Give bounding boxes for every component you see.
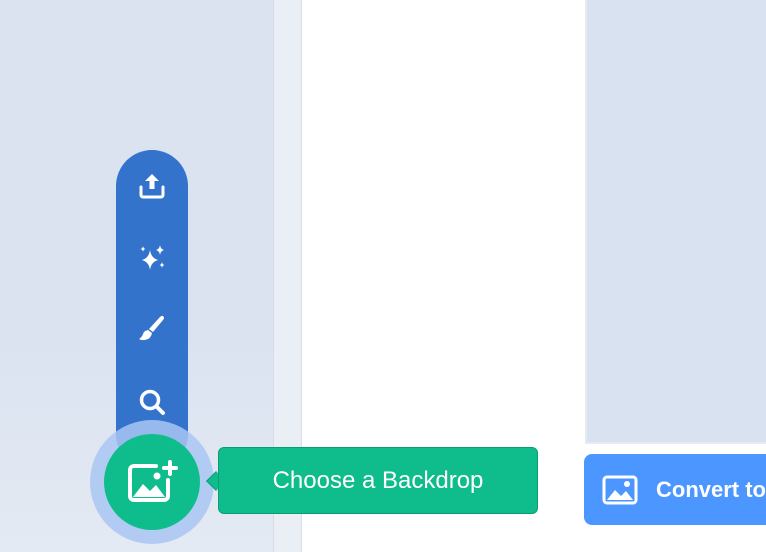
choose-backdrop-tooltip: Choose a Backdrop — [218, 447, 538, 514]
paint-backdrop-button[interactable] — [116, 298, 188, 358]
search-icon — [139, 389, 165, 415]
image-icon — [602, 474, 638, 506]
sparkle-icon — [140, 245, 165, 270]
add-backdrop-icon — [128, 460, 178, 502]
convert-button[interactable]: Convert to — [584, 454, 766, 525]
choose-backdrop-main-button[interactable] — [104, 434, 200, 530]
canvas-side-panel — [585, 0, 766, 444]
surprise-backdrop-button[interactable] — [116, 228, 188, 288]
convert-label: Convert to — [656, 476, 766, 502]
paintbrush-icon — [139, 315, 164, 341]
upload-backdrop-button[interactable] — [116, 156, 188, 216]
upload-icon — [139, 174, 165, 199]
